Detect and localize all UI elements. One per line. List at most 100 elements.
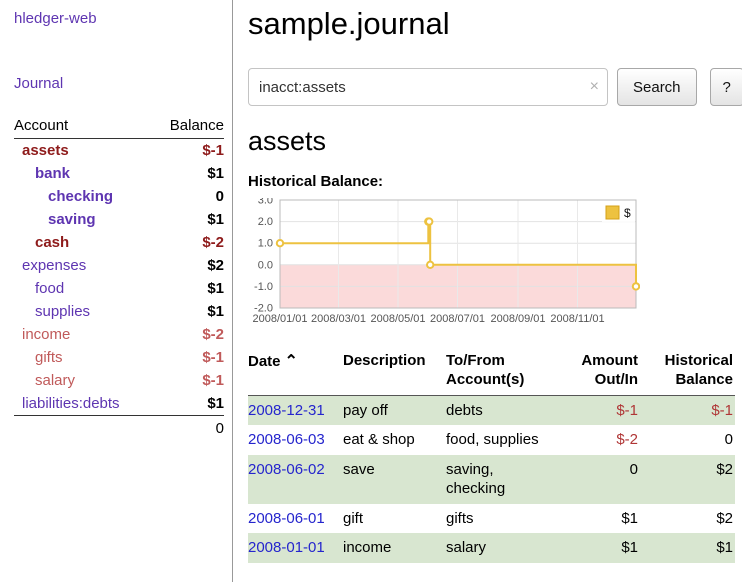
balance-chart: 3.02.01.00.0-1.0-2.02008/01/012008/03/01…	[248, 198, 640, 328]
register-table: Date⌃ Description To/From Account(s) Amo…	[248, 350, 735, 563]
account-column-header: Account	[14, 114, 153, 139]
register-description: income	[343, 533, 446, 563]
register-amount: $-1	[558, 395, 640, 425]
accounts-total-value: 0	[153, 416, 224, 442]
account-balance: $-2	[153, 231, 224, 254]
svg-text:$: $	[624, 206, 631, 220]
search-button[interactable]: Search	[617, 68, 697, 106]
account-row: checking 0	[14, 185, 224, 208]
svg-text:0.0: 0.0	[258, 259, 273, 271]
sidebar-account-link[interactable]: cash	[14, 234, 69, 251]
sidebar-account-link[interactable]: checking	[14, 188, 113, 205]
sidebar-account-link[interactable]: liabilities:debts	[14, 395, 120, 412]
register-description: gift	[343, 504, 446, 534]
transaction-date-link[interactable]: 2008-06-02	[248, 461, 325, 478]
account-row: liabilities:debts $1	[14, 392, 224, 416]
sidebar-account-link[interactable]: gifts	[14, 349, 63, 366]
chart-label: Historical Balance:	[248, 173, 742, 190]
sidebar-account-link[interactable]: food	[14, 280, 64, 297]
account-balance: $1	[153, 300, 224, 323]
svg-text:1.0: 1.0	[258, 238, 273, 250]
register-balance: 0	[640, 425, 735, 455]
register-accounts: salary	[446, 533, 558, 563]
account-balance: 0	[153, 185, 224, 208]
account-balance: $-1	[153, 369, 224, 392]
sidebar-account-link[interactable]: supplies	[14, 303, 90, 320]
svg-text:2008/01/01: 2008/01/01	[252, 313, 307, 325]
page-title: sample.journal	[248, 6, 742, 42]
register-balance: $2	[640, 455, 735, 504]
search-bar: × Search ?	[248, 68, 742, 106]
app-title-link[interactable]: hledger-web	[0, 10, 232, 27]
description-column-header: Description	[343, 350, 446, 395]
register-row: 2008-12-31pay offdebts$-1$-1	[248, 395, 735, 425]
register-amount: $1	[558, 504, 640, 534]
sidebar-account-link[interactable]: saving	[14, 211, 96, 228]
register-balance: $-1	[640, 395, 735, 425]
transaction-date-link[interactable]: 2008-06-03	[248, 431, 325, 448]
accounts-column-header: To/From Account(s)	[446, 350, 558, 395]
main-content: sample.journal × Search ? assets Histori…	[233, 0, 742, 582]
register-row: 2008-06-03eat & shopfood, supplies$-20	[248, 425, 735, 455]
app-window: hledger-web Journal Account Balance asse…	[0, 0, 742, 582]
account-balance: $1	[153, 392, 224, 416]
historical-balance-column-header: Historical Balance	[640, 350, 735, 395]
balance-column-header: Balance	[153, 114, 224, 139]
sort-ascending-icon: ⌃	[285, 353, 298, 370]
sidebar-account-link[interactable]: assets	[14, 142, 69, 159]
account-row: assets$-1	[14, 139, 224, 163]
sidebar-account-link[interactable]: expenses	[14, 257, 86, 274]
account-balance: $2	[153, 254, 224, 277]
svg-text:2008/05/01: 2008/05/01	[370, 313, 425, 325]
register-row: 2008-06-02 savesaving, checking0$2	[248, 455, 735, 504]
accounts-total-row: 0	[14, 416, 224, 442]
register-balance: $2	[640, 504, 735, 534]
account-row: supplies $1	[14, 300, 224, 323]
clear-search-icon[interactable]: ×	[590, 77, 599, 97]
svg-text:2008/09/01: 2008/09/01	[490, 313, 545, 325]
sidebar: hledger-web Journal Account Balance asse…	[0, 0, 233, 582]
svg-text:2008/03/01: 2008/03/01	[311, 313, 366, 325]
account-row: gifts $-1	[14, 346, 224, 369]
transaction-date-link[interactable]: 2008-12-31	[248, 402, 325, 419]
sidebar-account-link[interactable]: salary	[14, 372, 75, 389]
svg-text:2.0: 2.0	[258, 216, 273, 228]
register-accounts: saving, checking	[446, 455, 558, 504]
accounts-table-header: Account Balance	[14, 114, 224, 139]
account-balance: $-1	[153, 346, 224, 369]
account-row: income $-2	[14, 323, 224, 346]
account-row: bank $1	[14, 162, 224, 185]
register-row: 2008-06-01giftgifts$1$2	[248, 504, 735, 534]
account-row: saving $1	[14, 208, 224, 231]
account-row: expenses $2	[14, 254, 224, 277]
account-balance: $1	[153, 277, 224, 300]
transaction-date-link[interactable]: 2008-01-01	[248, 539, 325, 556]
transaction-date-link[interactable]: 2008-06-01	[248, 510, 325, 527]
sidebar-item-journal[interactable]: Journal	[0, 75, 232, 92]
accounts-total-spacer	[14, 416, 153, 442]
account-balance: $1	[153, 162, 224, 185]
register-header-row: Date⌃ Description To/From Account(s) Amo…	[248, 350, 735, 395]
search-input-wrap: ×	[248, 68, 608, 106]
account-section-title: assets	[248, 126, 742, 157]
register-row: 2008-01-01incomesalary$1$1	[248, 533, 735, 563]
register-accounts: debts	[446, 395, 558, 425]
sidebar-account-link[interactable]: bank	[14, 165, 70, 182]
register-amount: $-2	[558, 425, 640, 455]
register-balance: $1	[640, 533, 735, 563]
account-balance: $-2	[153, 323, 224, 346]
register-description: pay off	[343, 395, 446, 425]
account-balance: $1	[153, 208, 224, 231]
search-input[interactable]	[248, 68, 608, 106]
date-column-header[interactable]: Date⌃	[248, 350, 343, 395]
register-accounts: food, supplies	[446, 425, 558, 455]
help-button[interactable]: ?	[710, 68, 742, 106]
account-row: cash $-2	[14, 231, 224, 254]
register-description: save	[343, 455, 446, 504]
accounts-table: Account Balance assets$-1bank$1checking0…	[14, 114, 224, 441]
account-row: salary $-1	[14, 369, 224, 392]
account-row: food $1	[14, 277, 224, 300]
svg-text:-1.0: -1.0	[254, 281, 273, 293]
sidebar-account-link[interactable]: income	[14, 326, 70, 343]
register-amount: 0	[558, 455, 640, 504]
